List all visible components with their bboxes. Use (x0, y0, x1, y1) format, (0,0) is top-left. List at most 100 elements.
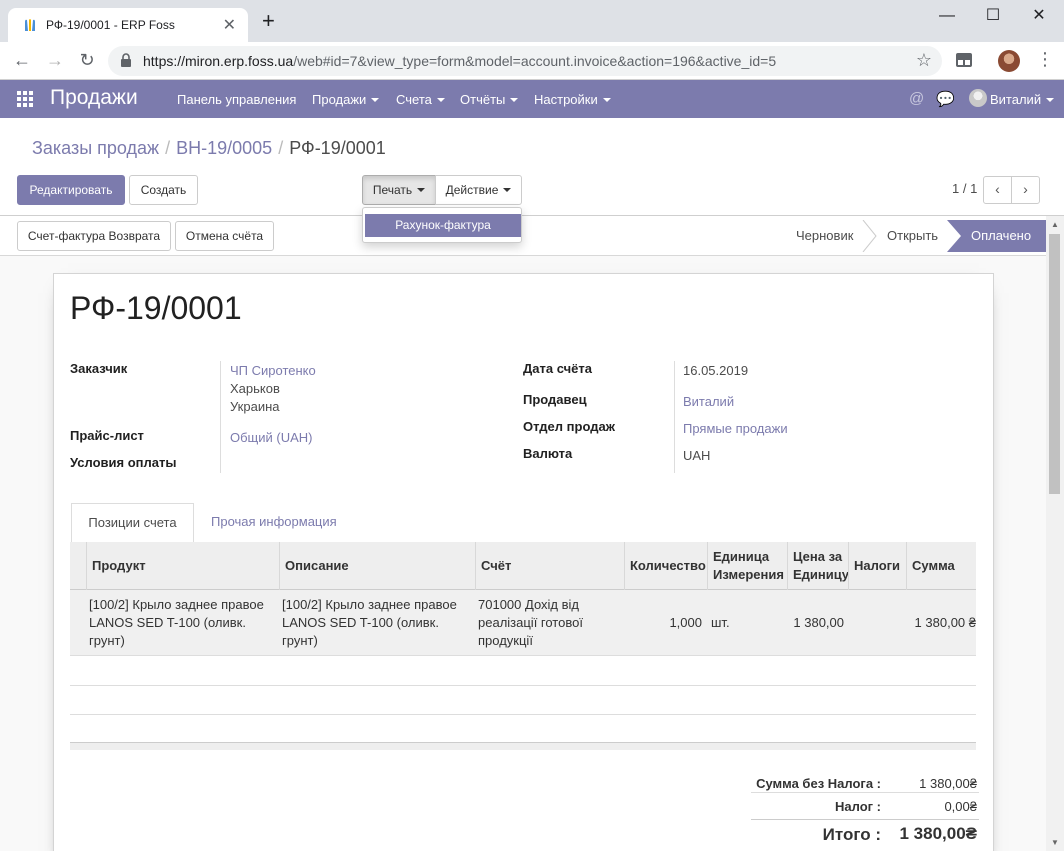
browser-tab[interactable]: РФ-19/0001 - ERP Foss ✕ (8, 8, 248, 42)
tab-invoice-lines[interactable]: Позиции счета (71, 503, 194, 543)
extension-icon[interactable] (955, 52, 973, 68)
form-statusbar: Счет-фактура Возврата Отмена счёта Черно… (0, 216, 1046, 256)
header-unit-price[interactable]: Цена за Единицу (787, 542, 849, 590)
menu-reports[interactable]: Отчёты (460, 92, 519, 107)
header-description[interactable]: Описание (279, 542, 475, 590)
minimize-icon[interactable]: — (924, 4, 970, 30)
totals-divider (751, 819, 979, 820)
breadcrumb-sales-orders[interactable]: Заказы продаж (32, 138, 159, 158)
currency-value: UAH (683, 448, 711, 463)
stage-open[interactable]: Открыть (887, 228, 938, 243)
stage-draft[interactable]: Черновик (796, 228, 853, 243)
invoice-date: 16.05.2019 (683, 363, 749, 378)
untaxed-label: Сумма без Налога : (756, 776, 881, 791)
stage-paid[interactable]: Оплачено (947, 220, 1046, 252)
browser-menu-icon[interactable]: ⋮ (1036, 49, 1054, 70)
tab-close-icon[interactable]: ✕ (223, 15, 236, 35)
currency-label: Валюта (523, 446, 573, 461)
user-avatar[interactable] (969, 89, 987, 107)
pager-next-icon[interactable]: › (1011, 176, 1040, 204)
sales-team-label: Отдел продаж (523, 419, 615, 434)
app-navbar: Продажи Панель управления Продажи Счета … (0, 80, 1064, 118)
menu-settings[interactable]: Настройки (534, 92, 611, 107)
header-uom[interactable]: Единица Измерения (707, 542, 787, 590)
print-invoice-item[interactable]: Рахунок-фактура (365, 214, 521, 237)
apps-grid-icon[interactable] (17, 91, 33, 107)
pricelist-link[interactable]: Общий (UAH) (230, 430, 313, 445)
scroll-down-icon[interactable]: ▼ (1050, 838, 1060, 847)
header-product[interactable]: Продукт (86, 542, 279, 590)
breadcrumb-separator: / (165, 138, 171, 158)
table-row[interactable]: [100/2] Крыло заднее правое LANOS SED T-… (70, 590, 976, 656)
header-taxes[interactable]: Налоги (848, 542, 906, 590)
maximize-icon[interactable]: ☐ (970, 4, 1016, 30)
scroll-up-icon[interactable]: ▲ (1050, 220, 1060, 229)
caret-down-icon (602, 98, 611, 102)
pager-value: 1 / 1 (952, 181, 978, 196)
create-button[interactable]: Создать (129, 175, 198, 205)
chat-icon[interactable]: 💬 (936, 90, 955, 108)
browser-profile-avatar[interactable] (998, 50, 1020, 72)
refund-invoice-button[interactable]: Счет-фактура Возврата (17, 221, 171, 251)
invoice-date-label: Дата счёта (523, 361, 592, 376)
breadcrumb-order[interactable]: ВН-19/0005 (176, 138, 272, 158)
app-brand[interactable]: Продажи (50, 86, 138, 110)
page-scrollbar[interactable]: ▲ ▼ (1046, 216, 1064, 851)
new-tab-icon[interactable]: + (262, 10, 275, 32)
menu-sales[interactable]: Продажи (312, 92, 380, 107)
breadcrumb-current: РФ-19/0001 (289, 138, 386, 158)
cancel-invoice-button[interactable]: Отмена счёта (175, 221, 274, 251)
customer-city: Харьков (230, 381, 280, 396)
tax-label: Налог : (834, 799, 881, 814)
header-account[interactable]: Счёт (475, 542, 624, 590)
bookmark-star-icon[interactable]: ☆ (916, 50, 932, 71)
header-handle (70, 542, 86, 590)
scrollbar-thumb[interactable] (1049, 234, 1060, 494)
sales-team-link[interactable]: Прямые продажи (683, 421, 788, 436)
caret-down-icon (510, 98, 519, 102)
menu-invoices[interactable]: Счета (396, 92, 445, 107)
reload-icon[interactable]: ↻ (76, 50, 98, 72)
customer-link[interactable]: ЧП Сиротенко (230, 363, 316, 378)
print-dropdown-button[interactable]: Печать (362, 175, 436, 205)
action-dropdown-button[interactable]: Действие (435, 175, 522, 205)
breadcrumb-separator: / (278, 138, 284, 158)
customer-country: Украина (230, 399, 280, 414)
menu-dashboard[interactable]: Панель управления (177, 92, 296, 107)
caret-down-icon (436, 98, 445, 102)
customer-label: Заказчик (70, 361, 128, 376)
mention-icon[interactable]: @ (909, 90, 924, 107)
browser-tabstrip: РФ-19/0001 - ERP Foss ✕ + — ☐ ✕ (0, 0, 1064, 42)
caret-down-icon (1046, 98, 1055, 102)
window-close-icon[interactable]: ✕ (1016, 4, 1062, 30)
salesperson-label: Продавец (523, 392, 587, 407)
empty-row (70, 657, 976, 686)
pricelist-label: Прайс-лист (70, 428, 144, 443)
totals-divider (751, 792, 979, 793)
salesperson-link[interactable]: Виталий (683, 394, 734, 409)
edit-button[interactable]: Редактировать (17, 175, 125, 205)
back-arrow-icon[interactable]: ← (11, 50, 33, 72)
cell-product: [100/2] Крыло заднее правое LANOS SED T-… (89, 597, 264, 648)
cell-unit-price: 1 380,00 (793, 615, 844, 630)
user-menu[interactable]: Виталий (990, 92, 1055, 107)
forward-arrow-icon[interactable]: → (44, 50, 66, 72)
address-bar[interactable]: https://miron.erp.foss.ua/web#id=7&view_… (108, 46, 942, 76)
payment-terms-label: Условия оплаты (70, 455, 177, 470)
browser-toolbar: ← → ↻ https://miron.erp.foss.ua/web#id=7… (0, 42, 1064, 80)
untaxed-amount: 1 380,00₴ (919, 776, 977, 791)
cell-uom: шт. (711, 615, 730, 630)
breadcrumb: Заказы продаж / ВН-19/0005/РФ-19/0001 (32, 138, 386, 159)
url-text: https://miron.erp.foss.ua/web#id=7&view_… (143, 53, 777, 69)
tab-other-info[interactable]: Прочая информация (211, 514, 337, 529)
cell-amount: 1 380,00 ₴ (914, 615, 976, 630)
header-amount[interactable]: Сумма (906, 542, 976, 590)
pager-previous-icon[interactable]: ‹ (983, 176, 1012, 204)
cell-quantity: 1,000 (669, 615, 702, 630)
caret-down-icon (417, 188, 426, 192)
header-quantity[interactable]: Количество (624, 542, 707, 590)
control-panel: Заказы продаж / ВН-19/0005/РФ-19/0001 Реда… (0, 118, 1064, 216)
table-footer (70, 742, 976, 750)
total-amount: 1 380,00₴ (899, 824, 977, 843)
form-content: РФ-19/0001 Заказчик ЧП Сиротенко Харьков… (0, 256, 1046, 851)
